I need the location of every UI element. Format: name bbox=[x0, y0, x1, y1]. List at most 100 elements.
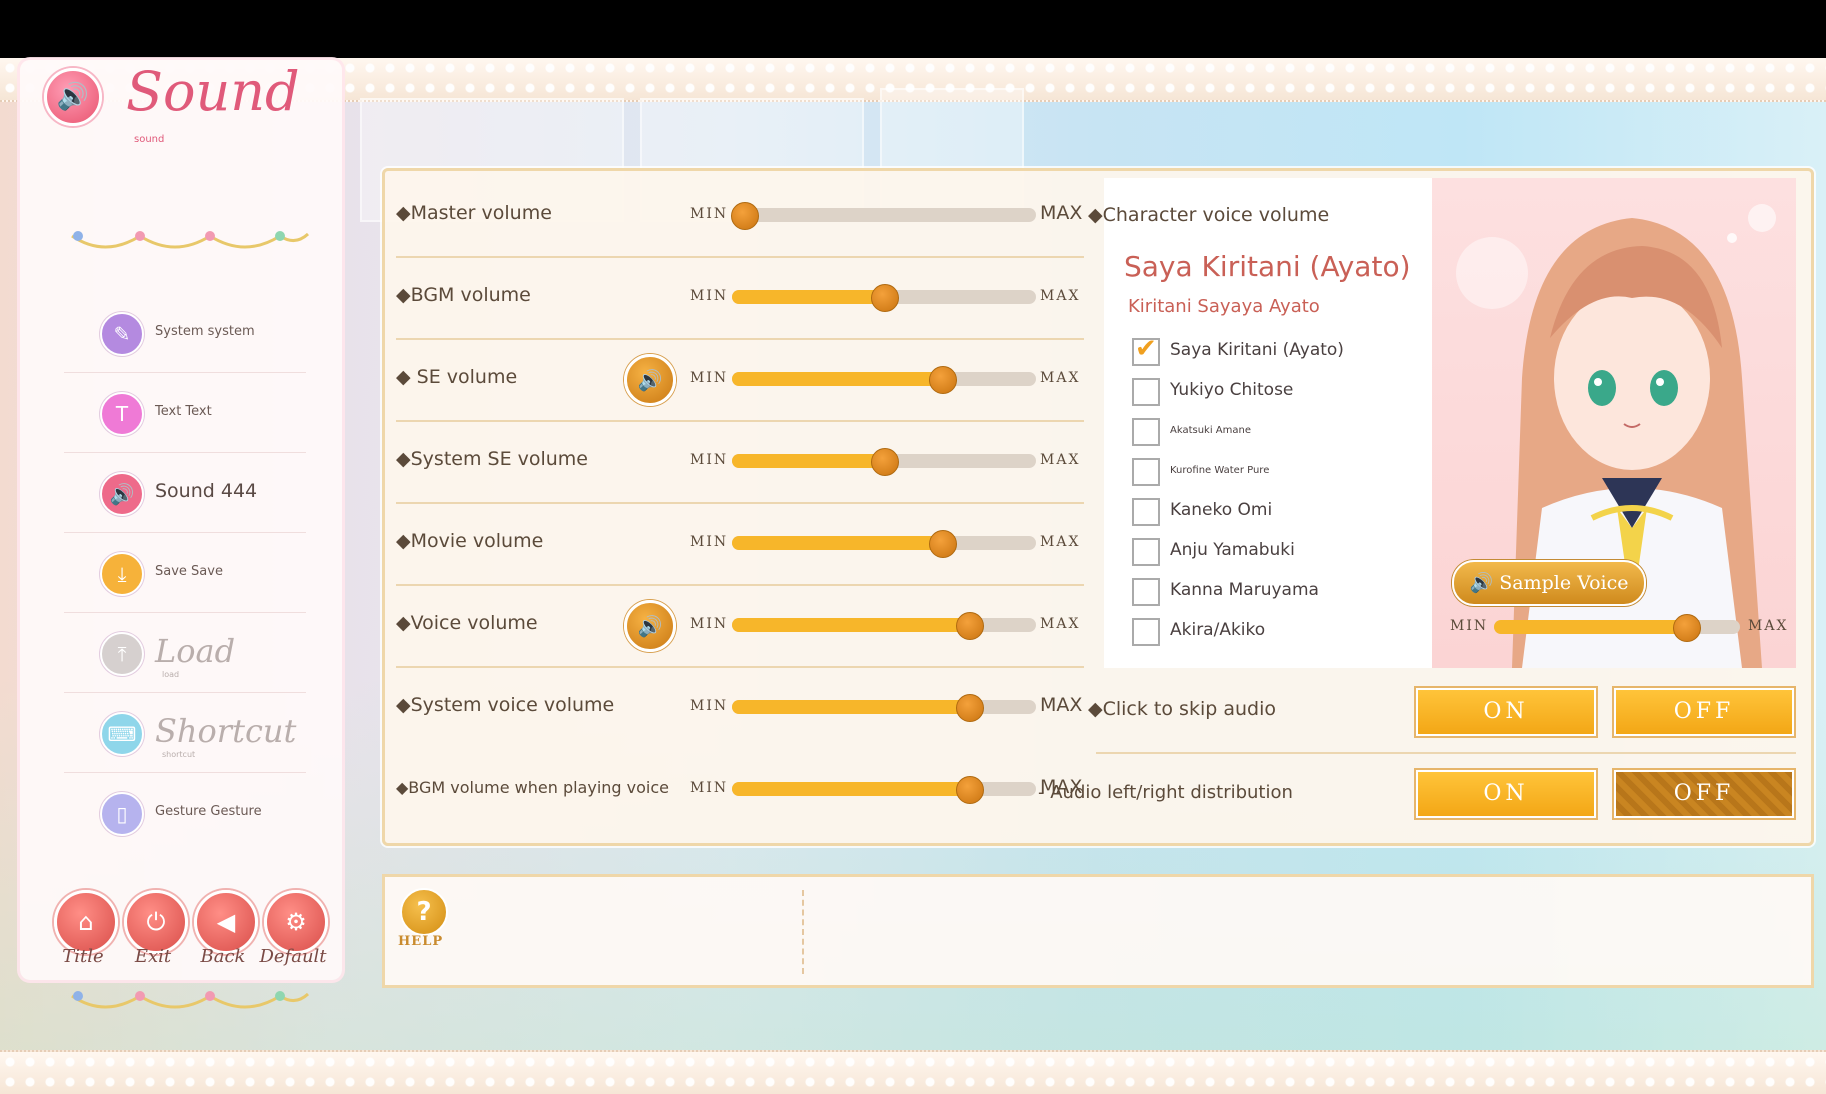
volume-slider[interactable] bbox=[732, 448, 1036, 476]
sidebar-item-gesture[interactable]: ▯ Gesture Gesture bbox=[64, 772, 306, 852]
character-option[interactable]: Akatsuki Amane bbox=[1132, 412, 1392, 448]
sidebar-item-save[interactable]: ⤓ Save Save bbox=[64, 532, 306, 613]
character-checkbox[interactable] bbox=[1132, 418, 1160, 446]
volume-slider[interactable] bbox=[732, 776, 1036, 804]
character-checkbox[interactable] bbox=[1132, 458, 1160, 486]
min-label: MIN bbox=[690, 452, 729, 468]
exit-button[interactable]: ⏻ bbox=[124, 890, 188, 954]
character-checkbox[interactable] bbox=[1132, 538, 1160, 566]
keyboard-icon: ⌨ bbox=[100, 712, 144, 756]
slider-knob[interactable] bbox=[928, 530, 957, 558]
default-button[interactable]: ⚙ bbox=[264, 890, 328, 954]
row-separator bbox=[1096, 752, 1796, 754]
skip-audio-off-button[interactable]: OFF bbox=[1614, 688, 1794, 736]
lace-border-bottom bbox=[0, 1050, 1826, 1094]
slider-fill bbox=[732, 782, 970, 796]
character-checkbox[interactable] bbox=[1132, 578, 1160, 606]
slider-knob[interactable] bbox=[731, 202, 760, 230]
slider-knob[interactable] bbox=[1672, 614, 1701, 642]
volume-slider[interactable] bbox=[732, 530, 1036, 558]
character-option[interactable]: Anju Yamabuki bbox=[1132, 532, 1392, 568]
character-option-label: Yukiyo Chitose bbox=[1170, 380, 1294, 400]
default-button-label: Default bbox=[259, 946, 327, 967]
character-option[interactable]: Yukiyo Chitose bbox=[1132, 372, 1392, 408]
speaker-button[interactable]: 🔊 bbox=[624, 354, 676, 406]
sidebar-item-system[interactable]: ✎ System system bbox=[64, 292, 306, 373]
min-label: MIN bbox=[690, 288, 729, 304]
sidebar-item-label: Text Text bbox=[155, 404, 212, 419]
character-voice-slider-row: MIN MAX bbox=[1450, 614, 1790, 644]
character-option-label: Kaneko Omi bbox=[1170, 500, 1273, 520]
back-button-label: Back bbox=[200, 946, 246, 967]
slider-knob[interactable] bbox=[956, 776, 985, 804]
title-button-label: Title bbox=[62, 946, 104, 967]
character-voice-slider[interactable] bbox=[1494, 614, 1740, 642]
character-checkbox[interactable] bbox=[1132, 498, 1160, 526]
max-label: MAX bbox=[1040, 616, 1081, 632]
min-label: MIN bbox=[690, 698, 729, 714]
sidebar-item-label: System system bbox=[155, 324, 255, 339]
sample-voice-label: Sample Voice bbox=[1499, 572, 1629, 594]
slider-knob[interactable] bbox=[956, 694, 985, 722]
volume-slider[interactable] bbox=[732, 694, 1036, 722]
mouse-icon: ▯ bbox=[100, 792, 144, 836]
volume-label: ◆BGM volume bbox=[396, 284, 531, 306]
sidebar-item-sound[interactable]: 🔊 Sound 444 bbox=[64, 452, 306, 533]
volume-label: ◆BGM volume when playing voice bbox=[396, 778, 669, 797]
skip-audio-on-button[interactable]: ON bbox=[1416, 688, 1596, 736]
volume-label: ◆ SE volume bbox=[396, 366, 518, 388]
slider-knob[interactable] bbox=[956, 612, 985, 640]
slider-fill bbox=[732, 700, 970, 714]
distribution-on-button[interactable]: ON bbox=[1416, 770, 1596, 818]
volume-slider[interactable] bbox=[732, 612, 1036, 640]
speaker-icon: 🔊 bbox=[1469, 572, 1500, 594]
sidebar-item-label: Gesture Gesture bbox=[155, 804, 262, 819]
question-icon[interactable]: ? bbox=[400, 888, 448, 936]
back-button[interactable]: ◀ bbox=[194, 890, 258, 954]
max-label: MAX bbox=[1748, 618, 1789, 634]
slider-fill bbox=[1494, 620, 1686, 634]
title-button[interactable]: ⌂ bbox=[54, 890, 118, 954]
min-label: MIN bbox=[690, 370, 729, 386]
sidebar-item-sub: load bbox=[162, 670, 180, 679]
character-option[interactable]: Akira/Akiko bbox=[1132, 612, 1392, 648]
garland-decoration bbox=[71, 991, 310, 1009]
volume-slider[interactable] bbox=[732, 366, 1036, 394]
volume-label: ◆System SE volume bbox=[396, 448, 588, 470]
slider-fill bbox=[732, 372, 942, 386]
exit-button-label: Exit bbox=[134, 946, 172, 967]
slider-knob[interactable] bbox=[871, 448, 899, 476]
character-option[interactable]: Kaneko Omi bbox=[1132, 492, 1392, 528]
upload-icon: ⤒ bbox=[100, 632, 144, 676]
character-checkbox[interactable] bbox=[1132, 334, 1160, 366]
volume-row: ◆Movie volume MIN MAX bbox=[396, 502, 1084, 586]
sidebar-item-label: Shortcut bbox=[155, 712, 297, 750]
character-option-label: Akatsuki Amane bbox=[1170, 425, 1252, 436]
character-option[interactable]: Kurofine Water Pure bbox=[1132, 452, 1392, 488]
max-label: MAX bbox=[1040, 288, 1081, 304]
sample-voice-button[interactable]: 🔊 Sample Voice bbox=[1452, 560, 1646, 606]
character-option[interactable]: Kanna Maruyama bbox=[1132, 572, 1392, 608]
slider-fill bbox=[732, 454, 884, 468]
slider-knob[interactable] bbox=[928, 366, 957, 394]
max-label: MAX bbox=[1040, 202, 1083, 224]
sidebar-item-text[interactable]: T Text Text bbox=[64, 372, 306, 453]
page-title: Sound bbox=[126, 60, 300, 123]
selected-character-name: Saya Kiritani (Ayato) bbox=[1124, 250, 1411, 283]
sidebar-item-shortcut[interactable]: ⌨ Shortcut shortcut bbox=[64, 692, 306, 773]
help-panel bbox=[382, 874, 1814, 988]
slider-knob[interactable] bbox=[871, 284, 899, 312]
help-divider bbox=[802, 890, 804, 974]
download-icon: ⤓ bbox=[100, 552, 144, 596]
sidebar-item-label: Save Save bbox=[155, 564, 223, 579]
distribution-off-button[interactable]: OFF bbox=[1614, 770, 1794, 818]
character-checkbox[interactable] bbox=[1132, 618, 1160, 646]
help-label: HELP bbox=[398, 934, 444, 949]
volume-label: ◆System voice volume bbox=[396, 694, 615, 716]
max-label: MAX bbox=[1040, 694, 1083, 716]
volume-slider[interactable] bbox=[731, 202, 1036, 230]
volume-slider[interactable] bbox=[732, 284, 1036, 312]
character-option[interactable]: Saya Kiritani (Ayato) bbox=[1132, 332, 1392, 368]
speaker-button[interactable]: 🔊 bbox=[624, 600, 676, 652]
character-checkbox[interactable] bbox=[1132, 378, 1160, 406]
